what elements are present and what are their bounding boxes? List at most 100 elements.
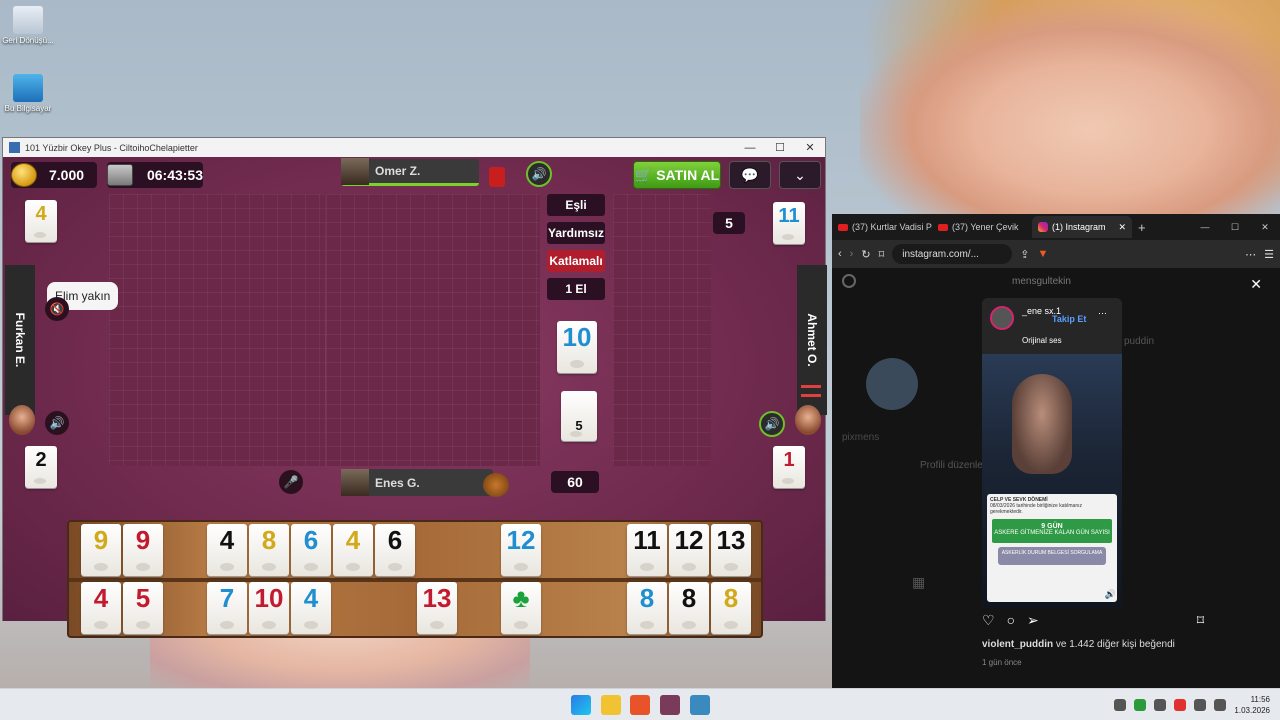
extensions-icon[interactable]: ⋯	[1245, 248, 1256, 261]
bookmark-icon[interactable]: ⌑	[879, 248, 885, 261]
new-tab-icon[interactable]: +	[1138, 220, 1146, 235]
tray-icon[interactable]	[1154, 699, 1167, 711]
menu-button[interactable]: ⌄	[779, 161, 821, 189]
browser-window: (37) Kurtlar Vadisi P (37) Yener Çevik (…	[832, 214, 1280, 688]
rack-tile[interactable]: 13	[711, 524, 751, 576]
address-bar[interactable]: instagram.com/...	[892, 244, 1013, 264]
profile-avatar[interactable]	[866, 358, 918, 410]
likes-user[interactable]: violent_puddin	[982, 639, 1053, 650]
reel-card[interactable]: _ene sx.1 Takip Et ⋯ Orijinal ses CELP V…	[982, 298, 1122, 608]
volume-icon[interactable]	[1214, 699, 1227, 711]
share-icon[interactable]: ⇪	[1020, 248, 1029, 261]
rack-tile[interactable]: 8	[627, 582, 667, 634]
right-top-discard-tile[interactable]: 11	[773, 202, 805, 244]
clock[interactable]: 11:56 1.03.2026	[1234, 694, 1270, 716]
reel-actions: ♡ ○ ➢ ⌑ violent_puddin ve 1.442 diğer ki…	[982, 612, 1204, 667]
close-tab-icon[interactable]: ✕	[1118, 222, 1126, 233]
more-options-icon[interactable]: ⋯	[1098, 308, 1107, 319]
buy-button[interactable]: 🛒 SATIN AL	[633, 161, 721, 189]
threads-icon[interactable]	[842, 274, 856, 288]
rack-tile[interactable]: 5	[123, 582, 163, 634]
close-overlay-icon[interactable]: ✕	[1250, 276, 1262, 293]
right-bottom-discard-tile[interactable]: 1	[773, 446, 805, 488]
rack-tile[interactable]: 8	[711, 582, 751, 634]
rack-tile[interactable]: 9	[123, 524, 163, 576]
rack-tile[interactable]: 10	[249, 582, 289, 634]
okey-game-icon[interactable]	[660, 695, 680, 715]
desktop-icon-recycle-bin[interactable]: Geri Dönüşü...	[0, 6, 56, 45]
rack-tile[interactable]: 7	[207, 582, 247, 634]
bottom-player-tag[interactable]: Enes G.	[341, 469, 493, 496]
windows-start-icon[interactable]	[571, 695, 591, 715]
rack-tile[interactable]: 6	[291, 524, 331, 576]
menu-lines-icon[interactable]	[801, 385, 821, 397]
right-sound-icon[interactable]: 🔊	[759, 411, 785, 437]
minimize-button[interactable]: —	[1190, 222, 1220, 232]
rack-tile[interactable]: 4	[207, 524, 247, 576]
tray-icon[interactable]	[1174, 699, 1187, 711]
top-player-tag[interactable]: Omer Z.	[341, 157, 479, 186]
tab-yener-cevik[interactable]: (37) Yener Çevik	[932, 216, 1032, 238]
volume-icon[interactable]: 🔊	[1105, 589, 1116, 600]
save-icon[interactable]: ⌑	[1197, 612, 1204, 629]
desktop-icon-this-pc[interactable]: Bu Bilgisayar	[0, 74, 56, 113]
rack-tile[interactable]: 13	[417, 582, 457, 634]
follow-button[interactable]: Takip Et	[1052, 314, 1086, 324]
file-explorer-icon[interactable]	[601, 695, 621, 715]
close-button[interactable]: ✕	[795, 141, 825, 154]
rack-tile[interactable]: 4	[81, 582, 121, 634]
reel-user-avatar[interactable]	[990, 306, 1014, 330]
chat-icon: 💬	[741, 166, 759, 183]
rack-tile[interactable]: 9	[81, 524, 121, 576]
game-window: 101 Yüzbir Okey Plus - CiltoihoChelapiet…	[2, 137, 827, 638]
profile-username[interactable]: mensgultekin	[1012, 276, 1071, 287]
send-icon[interactable]: ➢	[1027, 612, 1039, 629]
chat-button[interactable]: 💬	[729, 161, 771, 189]
gift-icon[interactable]	[489, 167, 505, 187]
audio-label[interactable]: Orijinal ses	[1022, 336, 1062, 345]
center-indicator-tile[interactable]: 10	[557, 321, 597, 373]
rack-tile[interactable]: 11	[627, 524, 667, 576]
game-table: 7.000 06:43:53 Omer Z. 🔊 🛒 SATIN AL 💬 ⌄ …	[3, 157, 827, 638]
left-player-panel[interactable]: Furkan E.	[5, 265, 35, 415]
sound-icon[interactable]: 🔊	[526, 161, 552, 187]
rack-tile[interactable]: 4	[291, 582, 331, 634]
left-bottom-discard-tile[interactable]: 2	[25, 446, 57, 488]
rack-tile[interactable]: ♣	[501, 582, 541, 634]
maximize-button[interactable]: ☐	[1220, 222, 1250, 233]
forward-icon[interactable]: ›	[850, 248, 854, 260]
rack-tile[interactable]: 8	[669, 582, 709, 634]
back-icon[interactable]: ‹	[838, 248, 842, 260]
grid-icon[interactable]: ▦	[912, 574, 925, 591]
brave-shield-icon[interactable]: ▼	[1037, 248, 1048, 260]
wifi-icon[interactable]	[1194, 699, 1207, 711]
rack-tile[interactable]: 12	[501, 524, 541, 576]
coin-icon	[11, 163, 37, 187]
tab-kurtlar-vadisi[interactable]: (37) Kurtlar Vadisi P	[832, 216, 932, 238]
tray-icon[interactable]	[1114, 699, 1127, 711]
reload-icon[interactable]: ↻	[861, 248, 870, 261]
tray-icon[interactable]	[1134, 699, 1147, 711]
left-sound-icon[interactable]: 🔊	[45, 411, 69, 435]
edit-profile-button[interactable]: Profili düzenle	[920, 460, 983, 471]
desktop-icon-label: Geri Dönüşü...	[2, 36, 54, 45]
rack-tile[interactable]: 12	[669, 524, 709, 576]
draw-pile-tile[interactable]: 5	[561, 391, 597, 441]
microphone-icon[interactable]: 🎤	[279, 470, 303, 494]
rack-tile[interactable]: 4	[333, 524, 373, 576]
reel-video[interactable]: CELP VE SEVK DÖNEMİ 08/03/2026 tarihinde…	[982, 354, 1122, 608]
minimize-button[interactable]: —	[735, 142, 765, 154]
rack-tile[interactable]: 6	[375, 524, 415, 576]
comment-icon[interactable]: ○	[1007, 612, 1015, 629]
likes-text: ve 1.442 diğer kişi beğendi	[1055, 639, 1175, 650]
mute-icon[interactable]: 🔇	[45, 297, 69, 321]
cannon-icon[interactable]	[483, 473, 509, 497]
app-icon[interactable]	[690, 695, 710, 715]
heart-icon[interactable]: ♡	[982, 612, 995, 629]
menu-icon[interactable]: ☰	[1264, 248, 1274, 261]
maximize-button[interactable]: ☐	[765, 141, 795, 154]
rack-tile[interactable]: 8	[249, 524, 289, 576]
brave-browser-icon[interactable]	[630, 695, 650, 715]
close-button[interactable]: ✕	[1250, 222, 1280, 233]
tab-instagram[interactable]: (1) Instagram ✕	[1032, 216, 1132, 238]
